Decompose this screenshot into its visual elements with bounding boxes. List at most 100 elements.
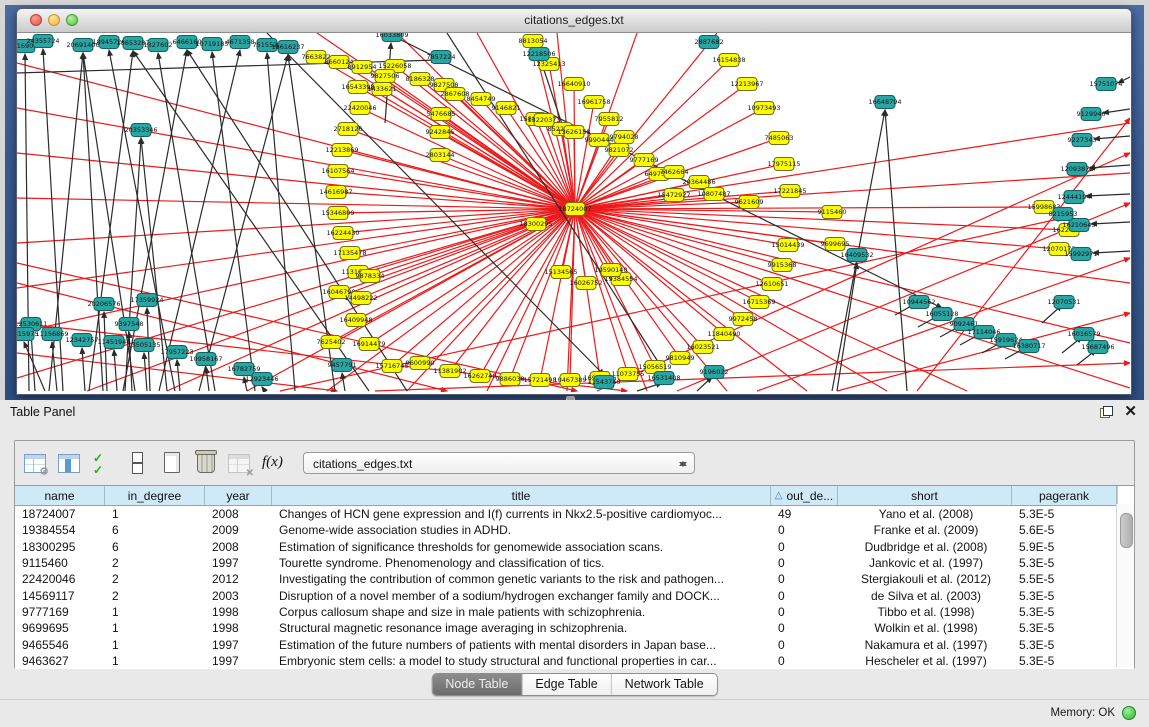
graph-node[interactable]: 15687496: [1088, 340, 1109, 354]
graph-node[interactable]: 20206576: [94, 297, 115, 311]
graph-node[interactable]: 8912954: [352, 60, 373, 74]
column-header-pagerank[interactable]: pagerank: [1012, 486, 1117, 505]
graph-node[interactable]: 2803144: [430, 148, 451, 162]
graph-node[interactable]: 20353346: [131, 123, 152, 137]
graph-node[interactable]: 9196022: [704, 365, 725, 379]
graph-node[interactable]: 13220373: [534, 113, 555, 127]
graph-node[interactable]: 16640910: [564, 77, 585, 91]
graph-node[interactable]: 16409948: [346, 313, 367, 327]
graph-node[interactable]: 17135478: [340, 246, 361, 260]
graph-node[interactable]: 9315975: [17, 327, 35, 341]
graph-node[interactable]: 9397548: [119, 317, 140, 331]
new-column-icon[interactable]: [158, 450, 185, 477]
graph-node[interactable]: 7625402: [321, 335, 342, 349]
graph-node[interactable]: 5476685: [431, 107, 452, 121]
graph-node[interactable]: 12213869: [332, 143, 353, 157]
graph-node[interactable]: 4671358: [230, 35, 251, 49]
graph-node[interactable]: 12342757: [72, 333, 93, 347]
network-canvas[interactable]: 1830029519384554151345651602675210590140…: [17, 33, 1131, 394]
graph-node[interactable]: 9129946: [1081, 107, 1102, 121]
table-row[interactable]: 946362711997Embryonic stem cells: a mode…: [15, 653, 1134, 669]
graph-node[interactable]: 11840490: [714, 327, 735, 341]
graph-node[interactable]: 8813054: [523, 34, 544, 48]
graph-node[interactable]: 12213967: [737, 77, 758, 91]
graph-node[interactable]: 16648794: [875, 95, 896, 109]
graph-node[interactable]: 9242845: [430, 125, 451, 139]
graph-node[interactable]: 11156869: [42, 327, 63, 341]
graph-node[interactable]: 6466160: [177, 35, 198, 49]
graph-node[interactable]: 16055128: [932, 307, 953, 321]
graph-node[interactable]: 15721498: [530, 373, 551, 387]
graph-node[interactable]: 15346809: [328, 206, 349, 220]
table-row[interactable]: 977716911998Corpus callosum shape and si…: [15, 604, 1134, 620]
graph-node[interactable]: 16380717: [1019, 339, 1040, 353]
graph-node[interactable]: 10944562: [909, 295, 930, 309]
graph-node[interactable]: 15751074: [1096, 77, 1117, 91]
table-row[interactable]: 1938455462009Genome-wide association stu…: [15, 522, 1134, 538]
table-row[interactable]: 1456911722003Disruption of a novel membe…: [15, 587, 1134, 603]
graph-node[interactable]: 16016579: [1074, 327, 1095, 341]
float-panel-icon[interactable]: [1100, 406, 1113, 418]
graph-node[interactable]: 9915368: [772, 258, 793, 272]
graph-node[interactable]: 9115460: [822, 205, 843, 219]
graph-node[interactable]: 9878334: [360, 269, 381, 283]
graph-node[interactable]: 16961758: [584, 95, 605, 109]
graph-node[interactable]: 16107564: [328, 164, 349, 178]
graph-node[interactable]: 17221845: [780, 184, 801, 198]
graph-node[interactable]: 15716745: [382, 359, 403, 373]
graph-node[interactable]: 8215953: [1053, 207, 1074, 221]
scrollbar-thumb[interactable]: [1120, 513, 1133, 548]
row-height-icon[interactable]: [124, 450, 151, 477]
close-panel-icon[interactable]: ✕: [1124, 402, 1137, 420]
column-header-short[interactable]: short: [838, 486, 1012, 505]
table-row[interactable]: 1830029562008Estimation of significance …: [15, 539, 1134, 555]
column-header-in-degree[interactable]: in_degree: [105, 486, 205, 505]
delete-table-icon[interactable]: ✕: [226, 450, 253, 477]
function-builder-icon[interactable]: f(x): [260, 450, 287, 477]
graph-node[interactable]: 16023521: [693, 340, 714, 354]
delete-column-icon[interactable]: [192, 450, 219, 477]
graph-node[interactable]: 16262740: [470, 369, 491, 383]
graph-node[interactable]: 9600990: [410, 356, 431, 370]
graph-node[interactable]: 7663822: [306, 50, 327, 64]
graph-node[interactable]: 9777169: [634, 153, 655, 167]
network-table-select[interactable]: citations_edges.txt: [303, 452, 695, 474]
table-row[interactable]: 1872400712008Changes of HCN gene express…: [15, 506, 1134, 522]
table-vertical-scrollbar[interactable]: [1116, 504, 1134, 667]
graph-node[interactable]: 9972458: [733, 312, 754, 326]
graph-node[interactable]: 15472927: [664, 188, 685, 202]
graph-node[interactable]: 10719185: [202, 37, 223, 51]
tab-edge-table[interactable]: Edge Table: [522, 674, 611, 695]
graph-node[interactable]: 18300295: [526, 217, 547, 231]
graph-node[interactable]: 1433621: [372, 82, 393, 96]
table-row[interactable]: 946554611997Estimation of the future num…: [15, 636, 1134, 652]
graph-node[interactable]: 9699695: [825, 237, 846, 251]
graph-node[interactable]: 12923446: [252, 372, 273, 386]
tab-network-table[interactable]: Network Table: [612, 674, 717, 695]
column-header-out-de-[interactable]: △out_de...: [771, 486, 838, 505]
graph-node[interactable]: 13626158: [564, 125, 585, 139]
graph-node[interactable]: 7955812: [599, 112, 620, 126]
graph-node[interactable]: 8186328: [410, 72, 431, 86]
graph-node[interactable]: 10653287: [123, 36, 144, 50]
graph-node[interactable]: 7857224: [431, 50, 452, 64]
graph-node[interactable]: 8660124: [329, 55, 350, 69]
graph-node[interactable]: 11543740: [594, 375, 615, 389]
graph-node[interactable]: 10807487: [704, 187, 725, 201]
graph-node[interactable]: 12218506: [529, 47, 550, 61]
graph-node[interactable]: 2867608: [445, 87, 466, 101]
graph-node[interactable]: 17359924: [137, 293, 158, 307]
table-row[interactable]: 2242004622012Investigating the contribut…: [15, 571, 1134, 587]
graph-node[interactable]: 9227343: [1072, 133, 1093, 147]
tab-node-table[interactable]: Node Table: [432, 674, 522, 695]
graph-node[interactable]: 12070531: [1054, 295, 1075, 309]
graph-node[interactable]: 9821072: [609, 143, 630, 157]
graph-node[interactable]: 16409532: [847, 248, 868, 262]
network-window[interactable]: citations_edges.txt 18300295193845541513…: [16, 8, 1132, 395]
graph-node[interactable]: 16033809: [382, 33, 403, 42]
zoom-window-icon[interactable]: [66, 14, 78, 26]
graph-node[interactable]: 16543398: [348, 80, 369, 94]
graph-node[interactable]: 10973493: [754, 101, 775, 115]
graph-node[interactable]: 14498222: [351, 291, 372, 305]
graph-node[interactable]: 15014439: [778, 238, 799, 252]
